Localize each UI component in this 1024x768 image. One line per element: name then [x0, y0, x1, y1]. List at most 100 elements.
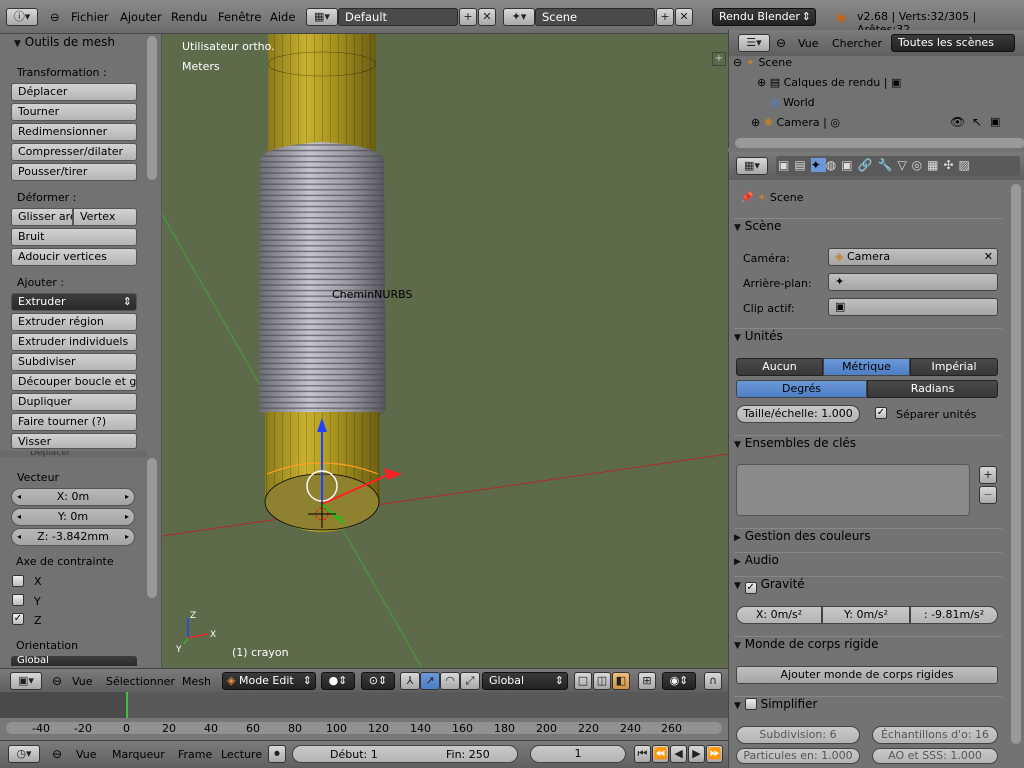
axis-x-checkbox[interactable]	[12, 575, 24, 587]
simplify-shadow-samples-field[interactable]: Échantillons d'o: 16	[872, 726, 998, 744]
limit-selection-icon[interactable]: ⊞	[638, 672, 656, 690]
gravity-z-field[interactable]: : -9.81m/s²	[910, 606, 998, 624]
outliner-scrollbar[interactable]	[735, 138, 1024, 148]
manipulator-icon[interactable]: ⅄	[400, 672, 420, 690]
units-panel-header[interactable]: ▼ Unités	[734, 328, 1002, 350]
outliner-row-camera[interactable]: ⊕ ✺ Camera | ◎	[751, 116, 840, 129]
gravity-y-field[interactable]: Y: 0m/s²	[822, 606, 910, 624]
outliner-row-world[interactable]: ◍ World	[770, 96, 815, 109]
simplify-ao-sss-field[interactable]: AO et SSS: 1.000	[872, 748, 998, 764]
menu-fichier[interactable]: Fichier	[71, 10, 109, 24]
tl-menu-lecture[interactable]: Lecture	[221, 748, 262, 761]
collapse-icon[interactable]: ⊖	[52, 747, 62, 761]
prev-key-icon[interactable]: ⏪	[652, 745, 669, 763]
gravity-checkbox[interactable]: ✓	[744, 582, 757, 594]
menu-fenetre[interactable]: Fenêtre	[218, 10, 261, 24]
simplify-subdivision-field[interactable]: Subdivision: 6	[736, 726, 860, 744]
3d-viewport[interactable]: Z X Y Utilisateur ortho. Meters CheminNU…	[162, 34, 728, 668]
timeline-scrollbar[interactable]	[6, 722, 722, 734]
tl-menu-frame[interactable]: Frame	[178, 748, 212, 761]
scene-tab-icon[interactable]: ✦	[810, 158, 826, 172]
collapse-icon[interactable]: ⊖	[776, 36, 786, 50]
timeline-editor-icon[interactable]: ◷▾	[8, 745, 40, 763]
shrink-fatten-button[interactable]: Compresser/dilater	[11, 143, 137, 161]
add-rigid-body-world-button[interactable]: Ajouter monde de corps rigides	[736, 666, 998, 684]
outliner-editor-icon[interactable]: ☰▾	[738, 34, 770, 52]
resize-button[interactable]: Redimensionner	[11, 123, 137, 141]
rigid-body-panel-header[interactable]: ▼ Monde de corps rigide	[734, 636, 1002, 658]
keying-sets-panel-header[interactable]: ▼ Ensembles de clés	[734, 435, 1002, 457]
editor-type-icon[interactable]: ▣▾	[10, 672, 42, 690]
vector-x-field[interactable]: ◂ X: 0m ▸	[11, 488, 135, 506]
collapse-icon[interactable]: ⊖	[50, 10, 60, 24]
audio-panel-header[interactable]: ▶ Audio	[734, 552, 1002, 574]
duplicate-button[interactable]: Dupliquer	[11, 393, 137, 411]
start-frame[interactable]: Début: 1	[330, 748, 378, 761]
renderability-camera-icon[interactable]: ▣	[990, 115, 1000, 128]
next-key-icon[interactable]: ⏩	[706, 745, 723, 763]
clear-icon[interactable]: ✕	[984, 249, 993, 265]
vertex-select-icon[interactable]: □	[574, 672, 592, 690]
translate-button[interactable]: Déplacer	[11, 83, 137, 101]
autokey-icon[interactable]: ⏺	[268, 745, 286, 763]
remove-screen-icon[interactable]: ✕	[478, 8, 496, 26]
properties-editor-icon[interactable]: ▦▾	[736, 157, 768, 175]
simplify-particles-field[interactable]: Particules en: 1.000	[736, 748, 860, 764]
rotate-manipulator-icon[interactable]: ◠	[440, 672, 460, 690]
unit-metric-button[interactable]: Métrique	[823, 358, 910, 376]
vertex-slide-button[interactable]: Vertex	[73, 208, 137, 226]
axis-z-checkbox[interactable]: ✓	[12, 613, 24, 625]
selectability-cursor-icon[interactable]: ↖	[972, 115, 982, 129]
outliner-row-scene[interactable]: ⊖ ✦ Scene	[733, 56, 792, 69]
toolshelf-scrollbar[interactable]	[147, 36, 157, 180]
unit-none-button[interactable]: Aucun	[736, 358, 823, 376]
extrude-select[interactable]: Extruder ⇕	[11, 293, 137, 311]
add-screen-icon[interactable]: +	[459, 8, 477, 26]
vector-z-field[interactable]: ◂ Z: -3.842mm ▸	[11, 528, 135, 546]
face-select-icon[interactable]: ◧	[612, 672, 630, 690]
menu-mesh[interactable]: Mesh	[182, 675, 211, 688]
outliner-menu-chercher[interactable]: Chercher	[832, 37, 882, 50]
smooth-vertex-button[interactable]: Adoucir vertices	[11, 248, 137, 266]
orientation-select[interactable]: Global	[11, 656, 137, 666]
outliner-menu-vue[interactable]: Vue	[798, 37, 819, 50]
camera-field[interactable]: ◈ Camera ✕	[828, 248, 998, 266]
properties-scrollbar[interactable]	[1011, 184, 1021, 744]
noise-button[interactable]: Bruit	[11, 228, 137, 246]
pin-icon[interactable]: 📌	[740, 191, 754, 204]
keying-sets-list[interactable]	[736, 464, 970, 516]
vector-y-field[interactable]: ◂ Y: 0m ▸	[11, 508, 135, 526]
unit-scale-field[interactable]: Taille/échelle: 1.000	[736, 405, 860, 423]
remove-keying-set-icon[interactable]: −	[979, 486, 997, 504]
outliner-row-renderlayers[interactable]: ⊕ ▤ Calques de rendu | ▣	[757, 76, 901, 89]
menu-aide[interactable]: Aide	[270, 10, 295, 24]
pivot-select[interactable]: ⊙⇕	[361, 672, 395, 690]
edge-slide-button[interactable]: Glisser arê	[11, 208, 73, 226]
simplify-panel-header[interactable]: ▼ Simplifier	[734, 696, 1002, 718]
proportional-edit-select[interactable]: ◉⇕	[662, 672, 696, 690]
scene-panel-header[interactable]: ▼ Scène	[734, 218, 1002, 240]
screen-layout-field[interactable]: Default	[338, 8, 458, 26]
render-engine-select[interactable]: Rendu Blender ⇕	[712, 8, 816, 26]
scene-field[interactable]: Scene	[535, 8, 655, 26]
visibility-eye-icon[interactable]: 👁	[950, 115, 965, 129]
jump-start-icon[interactable]: ⏮	[634, 745, 651, 763]
operator-scrollbar[interactable]	[147, 458, 157, 598]
play-reverse-icon[interactable]: ◀	[670, 745, 687, 763]
extrude-region-button[interactable]: Extruder région	[11, 313, 137, 331]
subdivide-button[interactable]: Subdiviser	[11, 353, 137, 371]
transform-orientation-select[interactable]: Global ⇕	[482, 672, 568, 690]
simplify-checkbox[interactable]	[744, 698, 757, 710]
playhead[interactable]	[126, 692, 128, 718]
rotate-button[interactable]: Tourner	[11, 103, 137, 121]
mode-select[interactable]: ◈ Mode Edit ⇕	[222, 672, 316, 690]
toolshelf-title[interactable]: ▼ Outils de mesh	[14, 35, 115, 49]
screen-layout-icon[interactable]: ▦▾	[306, 8, 338, 26]
scale-manipulator-icon[interactable]: ⤢	[460, 672, 480, 690]
end-frame[interactable]: Fin: 250	[446, 748, 490, 761]
collapse-icon[interactable]: ⊖	[52, 674, 62, 688]
context-tab-icons[interactable]: ▣▤✦◍▣🔗🔧▽◎▦✣▨	[778, 158, 975, 172]
menu-ajouter[interactable]: Ajouter	[120, 10, 162, 24]
rotation-degrees-button[interactable]: Degrés	[736, 380, 867, 398]
menu-selectionner[interactable]: Sélectionner	[106, 675, 175, 688]
